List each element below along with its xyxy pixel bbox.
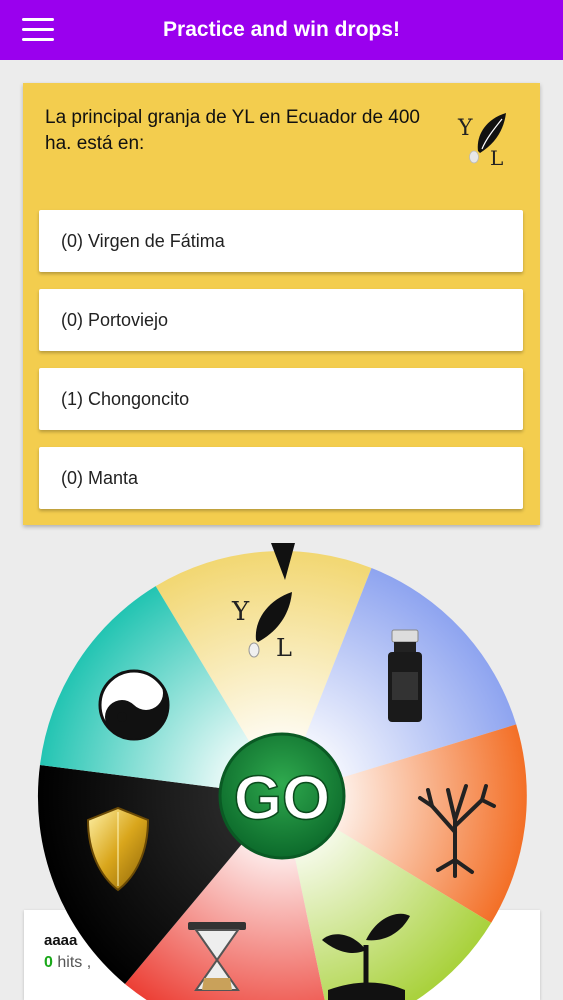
- svg-text:L: L: [276, 634, 292, 662]
- app-bar: Practice and win drops!: [0, 0, 563, 60]
- logo-letter-l: L: [490, 146, 503, 167]
- question-text: La principal granja de YL en Ecuador de …: [45, 107, 420, 154]
- go-button[interactable]: GO: [218, 732, 346, 860]
- svg-text:Y: Y: [231, 597, 250, 627]
- logo-letter-y: Y: [457, 116, 473, 141]
- answer-option[interactable]: (0) Portoviejo: [39, 289, 523, 351]
- go-button-label: GO: [234, 764, 330, 833]
- answer-option[interactable]: (0) Manta: [39, 447, 523, 509]
- question-card: La principal granja de YL en Ecuador de …: [23, 83, 540, 525]
- page-title: Practice and win drops!: [163, 18, 400, 41]
- young-living-logo-icon: Y L: [457, 113, 506, 167]
- answer-option[interactable]: (0) Virgen de Fátima: [39, 210, 523, 272]
- answer-option[interactable]: (1) Chongoncito: [39, 368, 523, 430]
- prize-wheel[interactable]: Y L GO: [0, 540, 563, 1000]
